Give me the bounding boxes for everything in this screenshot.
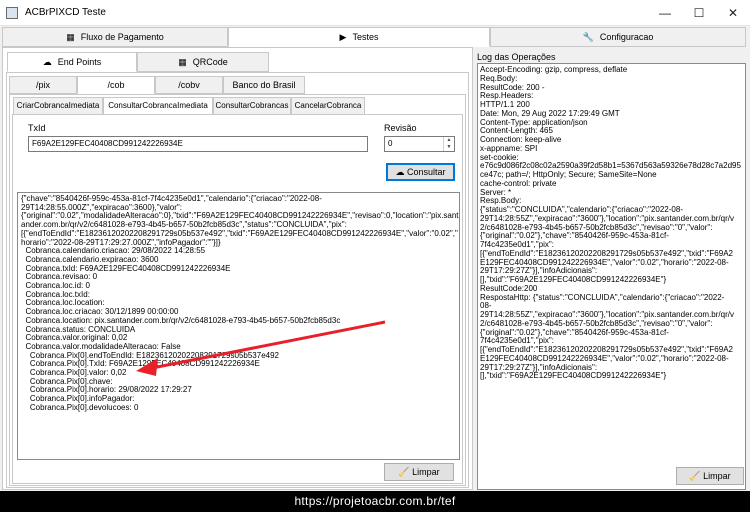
tab-banco-do-brasil[interactable]: Banco do Brasil	[223, 76, 305, 94]
play-icon: ▶	[339, 32, 347, 42]
tab-consultar-cobrancas[interactable]: ConsultarCobrancas	[213, 97, 291, 115]
tab-configuracao[interactable]: 🔧 Configuracao	[490, 27, 746, 47]
consultar-label: Consultar	[406, 167, 446, 177]
log-line: x-appname: SPI	[480, 143, 538, 153]
tab-label: QRCode	[192, 57, 228, 67]
tab-label: Testes	[352, 32, 379, 42]
tab-cancelar-cobranca[interactable]: CancelarCobranca	[291, 97, 365, 115]
tab-label: CancelarCobranca	[294, 101, 362, 110]
tab-qrcode[interactable]: ▦ QRCode	[137, 52, 269, 72]
revisao-spinner[interactable]: 0 ▲ ▼	[384, 136, 455, 152]
log-line: RespostaHttp: {"status":"CONCLUIDA","cal…	[480, 292, 725, 302]
limpar-label: Limpar	[703, 471, 731, 481]
log-line: cache-control: private	[480, 178, 557, 188]
limpar-label: Limpar	[412, 467, 440, 477]
tab-cob[interactable]: /cob	[77, 76, 155, 94]
result-line: Cobranca.Pix[0].devolucoes: 0	[21, 402, 139, 412]
result-text-area[interactable]: {"chave":"8540426f-959c-453a-81cf-7f4c42…	[17, 192, 460, 460]
tab-cobv[interactable]: /cobv	[155, 76, 223, 94]
window-titlebar: ACBrPIXCD Teste — ☐ ✕	[0, 0, 750, 26]
log-limpar-button[interactable]: 🧹 Limpar	[676, 467, 744, 485]
tab-label: CriarCobrancaImediata	[16, 101, 100, 110]
close-icon[interactable]: ✕	[716, 0, 750, 26]
log-line: [],"txid":"F69A2E129FEC40408CD9912422269…	[480, 371, 667, 381]
tab-label: ConsultarCobrancaImediata	[108, 101, 208, 110]
tab-end-points[interactable]: ☁ End Points	[7, 52, 137, 72]
revisao-value: 0	[388, 139, 393, 148]
broom-icon: 🧹	[398, 467, 413, 477]
tab-label: ConsultarCobrancas	[215, 101, 289, 110]
log-line: Accept-Encoding: gzip, compress, deflate	[480, 65, 628, 74]
revisao-label: Revisão	[384, 123, 417, 133]
grid-icon: ▦	[66, 32, 75, 42]
window-title: ACBrPIXCD Teste	[25, 7, 106, 18]
tab-criar-cobranca-imediata[interactable]: CriarCobrancaImediata	[13, 97, 103, 115]
end-points-panel: /pix /cob /cobv Banco do Brasil CriarCob…	[6, 72, 469, 488]
tab-consultar-cobranca-imediata[interactable]: ConsultarCobrancaImediata	[103, 97, 213, 115]
wrench-icon: 🔧	[582, 32, 594, 42]
cloud-icon: ☁	[42, 57, 52, 67]
maximize-icon[interactable]: ☐	[682, 0, 716, 26]
status-url[interactable]: https://projetoacbr.com.br/tef	[0, 494, 750, 508]
minimize-icon[interactable]: —	[648, 0, 682, 26]
consultar-panel: TxId F69A2E129FEC40408CD991242226934E Re…	[12, 114, 463, 484]
limpar-button[interactable]: 🧹 Limpar	[384, 463, 454, 481]
tab-label: Fluxo de Pagamento	[80, 32, 164, 42]
consultar-button[interactable]: ☁ Consultar	[386, 163, 455, 181]
log-title: Log das Operações	[477, 52, 556, 62]
txid-input[interactable]: F69A2E129FEC40408CD991242226934E	[28, 136, 368, 152]
cob-panel: CriarCobrancaImediata ConsultarCobrancaI…	[9, 94, 466, 486]
log-text-area[interactable]: Accept-Encoding: gzip, compress, deflate…	[477, 63, 746, 490]
tab-label: /cob	[107, 80, 125, 90]
tab-label: End Points	[57, 57, 102, 67]
broom-icon: 🧹	[689, 471, 704, 481]
tab-label: Banco do Brasil	[232, 80, 296, 90]
tab-fluxo-de-pagamento[interactable]: ▦ Fluxo de Pagamento	[2, 27, 228, 47]
status-bar: https://projetoacbr.com.br/tef	[0, 491, 750, 512]
cloud-icon: ☁	[395, 167, 407, 177]
log-lines: Accept-Encoding: gzip, compress, deflate…	[480, 65, 743, 381]
tab-label: Configuracao	[599, 32, 654, 42]
txid-label: TxId	[28, 123, 46, 133]
tab-label: /pix	[35, 80, 50, 90]
main-tabs: ▦ Fluxo de Pagamento ▶ Testes 🔧 Configuraca…	[0, 27, 750, 47]
tab-testes[interactable]: ▶ Testes	[228, 27, 490, 47]
spinner-arrows-icon[interactable]: ▲ ▼	[443, 137, 454, 151]
tab-pix[interactable]: /pix	[9, 76, 77, 94]
grid-icon: ▦	[178, 57, 187, 67]
testes-panel: ☁ End Points ▦ QRCode /pix /cob /cobv Banc…	[2, 47, 473, 490]
result-lines: {"chave":"8540426f-959c-453a-81cf-7f4c42…	[21, 194, 459, 413]
tab-label: /cobv	[178, 80, 200, 90]
app-icon	[6, 7, 18, 19]
